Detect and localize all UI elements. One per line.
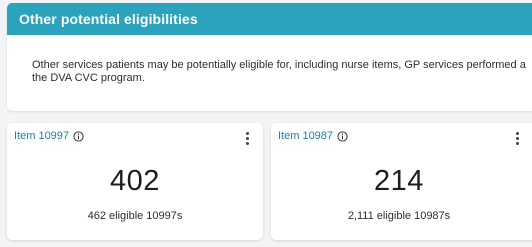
panel-description: Other services patients may be potential… [7, 35, 532, 85]
kebab-menu-icon[interactable] [514, 130, 521, 147]
info-icon[interactable] [337, 130, 348, 142]
metric-subtitle: 462 eligible 10997s [87, 210, 183, 222]
panel-header: Other potential eligibilities [7, 3, 532, 35]
item-10997-card: Item 10997 402 462 eligible 10997s [7, 123, 263, 240]
kebab-menu-icon[interactable] [244, 130, 251, 147]
info-icon[interactable] [73, 130, 84, 142]
panel-description-line-2: the DVA CVC program. [32, 72, 145, 84]
other-eligibilities-panel: Other potential eligibilities Other serv… [7, 3, 532, 111]
metric-value: 214 [374, 165, 424, 197]
metric-subtitle: 2,111 eligible 10987s [347, 210, 451, 222]
item-10987-card: Item 10987 214 2,111 eligible 10987s [271, 123, 532, 240]
panel-description-line-1: Other services patients may be potential… [32, 59, 526, 71]
panel-title: Other potential eligibilities [19, 11, 198, 27]
metric-value: 402 [110, 165, 160, 197]
card-title: Item 10987 [278, 130, 348, 142]
card-title-label[interactable]: Item 10987 [278, 130, 333, 142]
card-title-label[interactable]: Item 10997 [14, 130, 69, 142]
card-title: Item 10997 [14, 130, 84, 142]
